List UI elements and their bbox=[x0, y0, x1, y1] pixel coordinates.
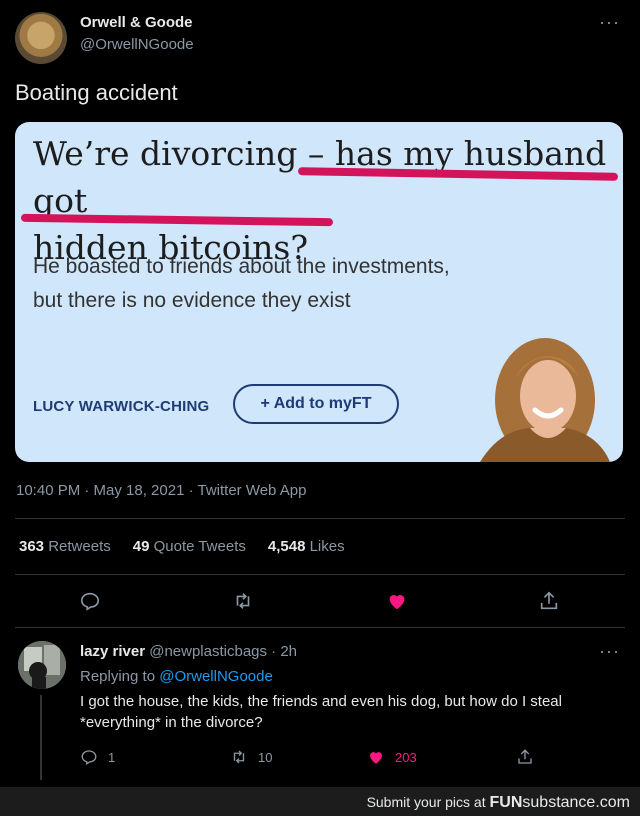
like-count: 203 bbox=[395, 749, 417, 765]
replying-to: Replying to @OrwellNGoode bbox=[80, 668, 273, 685]
tweet-timestamp[interactable]: 10:40 PM · May 18, 2021 · Twitter Web Ap… bbox=[16, 482, 306, 499]
reply-share-button[interactable] bbox=[516, 748, 534, 766]
tweet-stats: 363 Retweets 49 Quote Tweets 4,548 Likes bbox=[19, 538, 345, 555]
reply-author-avatar[interactable] bbox=[18, 641, 66, 689]
like-icon[interactable] bbox=[386, 590, 408, 612]
headline-part-1: We’re divorcing – bbox=[33, 134, 335, 173]
reply-reply-button[interactable]: 1 bbox=[80, 748, 115, 766]
like-icon bbox=[370, 752, 382, 764]
reply-more-options-icon[interactable]: ··· bbox=[599, 641, 620, 662]
author-name[interactable]: Orwell & Goode bbox=[80, 14, 193, 31]
share-icon bbox=[518, 749, 532, 764]
reply-like-button[interactable]: 203 bbox=[367, 748, 417, 766]
replying-to-handle[interactable]: @OrwellNGoode bbox=[159, 668, 273, 685]
author-portrait bbox=[460, 338, 610, 462]
author-handle[interactable]: @OrwellNGoode bbox=[80, 36, 194, 53]
reply-retweet-button[interactable]: 10 bbox=[230, 748, 272, 766]
add-to-myft-button[interactable]: + Add to myFT bbox=[233, 384, 399, 424]
watermark-text: Submit your pics at FUNsubstance.com bbox=[366, 794, 630, 811]
tweet-text: Boating accident bbox=[15, 80, 178, 105]
author-byline[interactable]: LUCY WARWICK-CHING bbox=[33, 398, 209, 415]
reply-author-name[interactable]: lazy river bbox=[80, 643, 145, 660]
retweet-icon[interactable] bbox=[232, 590, 254, 612]
reply-count: 1 bbox=[108, 749, 116, 765]
more-options-icon[interactable]: ··· bbox=[599, 12, 620, 33]
retweet-icon bbox=[233, 750, 245, 764]
retweet-count: 10 bbox=[258, 749, 273, 765]
watermark-footer: Submit your pics at FUNsubstance.com bbox=[0, 787, 640, 816]
embedded-image-card[interactable]: We’re divorcing – has my husband got hid… bbox=[15, 122, 623, 462]
thread-line bbox=[40, 695, 42, 780]
likes-stat[interactable]: 4,548 Likes bbox=[268, 538, 345, 555]
reply-author[interactable]: lazy river @newplasticbags · 2h bbox=[80, 643, 297, 660]
reply-icon[interactable] bbox=[79, 590, 101, 612]
quote-tweets-stat[interactable]: 49 Quote Tweets bbox=[133, 538, 246, 555]
divider bbox=[15, 574, 625, 575]
article-standfirst: He boasted to friends about the investme… bbox=[33, 255, 450, 312]
retweets-stat[interactable]: 363 Retweets bbox=[19, 538, 111, 555]
reply-text: I got the house, the kids, the friends a… bbox=[80, 693, 562, 731]
share-icon[interactable] bbox=[538, 590, 560, 612]
divider bbox=[15, 627, 625, 628]
reply-icon bbox=[81, 750, 97, 765]
author-avatar[interactable] bbox=[15, 12, 67, 64]
reply-handle-time: @newplasticbags · 2h bbox=[149, 643, 298, 660]
divider bbox=[15, 518, 625, 519]
